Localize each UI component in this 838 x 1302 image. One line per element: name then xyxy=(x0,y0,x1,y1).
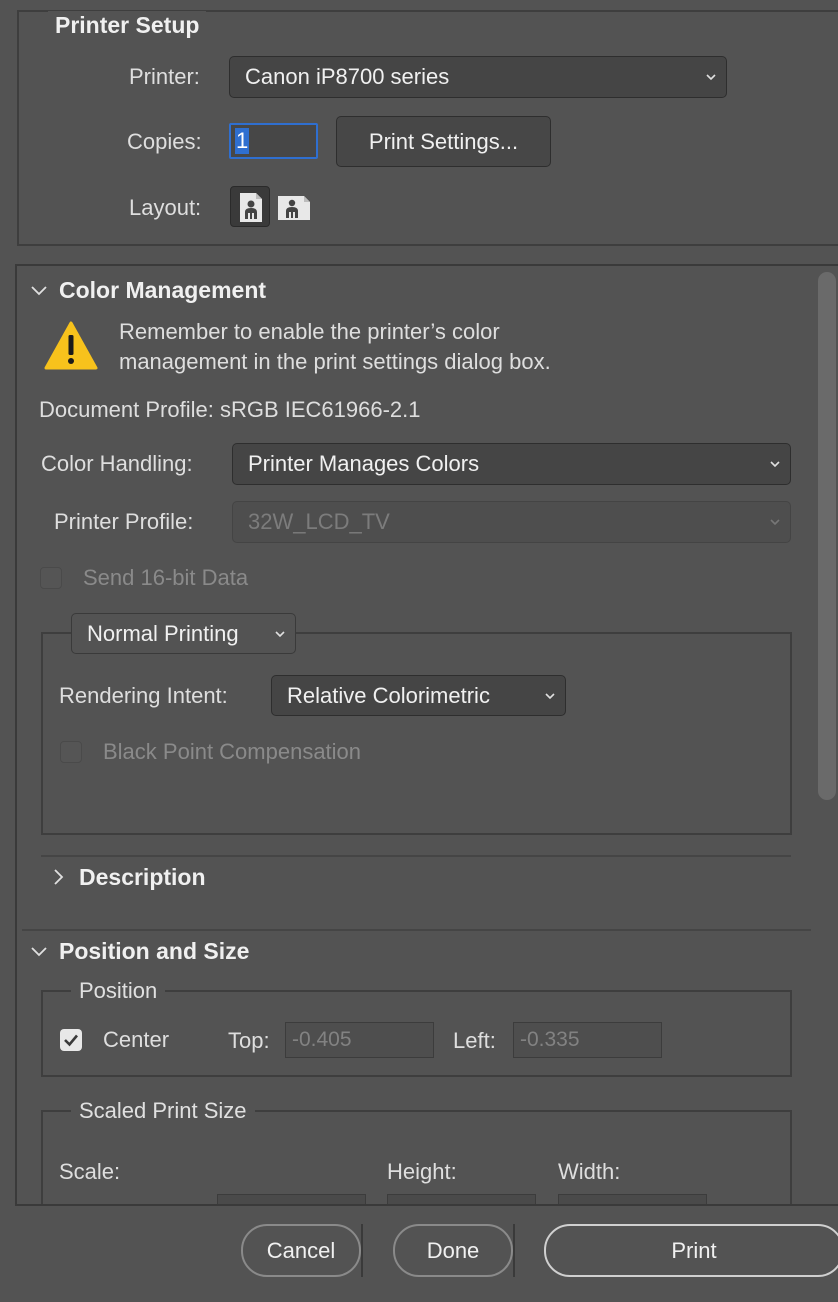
warning-text-line1: Remember to enable the printer’s color xyxy=(119,319,500,344)
color-management-title[interactable]: Color Management xyxy=(59,276,266,304)
send-16bit-checkbox[interactable] xyxy=(40,567,62,589)
portrait-orientation-icon xyxy=(240,193,262,222)
printer-label: Printer: xyxy=(129,64,200,89)
copies-value: 1 xyxy=(235,128,250,154)
send-16bit-label: Send 16-bit Data xyxy=(83,565,249,590)
layout-portrait-button[interactable] xyxy=(230,186,270,227)
center-label: Center xyxy=(103,1027,170,1052)
normal-printing-group xyxy=(41,632,792,835)
color-handling-select[interactable]: Printer Manages Colors xyxy=(232,443,791,485)
printer-select[interactable]: Canon iP8700 series xyxy=(229,56,727,98)
cancel-button[interactable]: Cancel xyxy=(241,1224,361,1277)
divider xyxy=(41,855,791,857)
rendering-intent-label: Rendering Intent: xyxy=(59,683,228,708)
chevron-down-icon xyxy=(770,519,780,526)
copies-label: Copies: xyxy=(127,129,202,154)
normal-printing-value: Normal Printing xyxy=(87,620,239,646)
height-label: Height: xyxy=(387,1159,457,1184)
warning-icon xyxy=(44,321,98,370)
printer-profile-select[interactable]: 32W_LCD_TV xyxy=(232,501,791,543)
chevron-right-icon[interactable] xyxy=(50,868,66,886)
black-point-label: Black Point Compensation xyxy=(103,739,362,764)
printer-select-value: Canon iP8700 series xyxy=(245,64,450,89)
checkmark-icon xyxy=(64,1034,78,1047)
position-and-size-title[interactable]: Position and Size xyxy=(59,937,249,965)
panel-bottom-edge xyxy=(15,1204,838,1206)
top-field[interactable]: -0.405 xyxy=(285,1022,434,1058)
left-field[interactable]: -0.335 xyxy=(513,1022,662,1058)
color-handling-label: Color Handling: xyxy=(41,451,193,476)
divider xyxy=(22,929,811,931)
rendering-intent-select[interactable]: Relative Colorimetric xyxy=(271,675,566,716)
layout-landscape-button[interactable] xyxy=(275,187,313,225)
scrollbar-thumb[interactable] xyxy=(818,272,836,800)
warning-text-line2: management in the print settings dialog … xyxy=(119,349,551,374)
description-title[interactable]: Description xyxy=(79,863,206,891)
chevron-down-icon[interactable] xyxy=(30,282,48,298)
chevron-down-icon xyxy=(275,630,285,637)
landscape-orientation-icon xyxy=(278,196,310,220)
position-legend: Position xyxy=(71,978,166,1004)
chevron-down-icon[interactable] xyxy=(30,943,48,959)
left-label: Left: xyxy=(453,1028,496,1053)
chevron-down-icon xyxy=(770,461,780,468)
print-button[interactable]: Print xyxy=(544,1224,838,1277)
chevron-down-icon xyxy=(706,74,716,81)
printer-profile-label: Printer Profile: xyxy=(54,509,194,534)
black-point-checkbox[interactable] xyxy=(60,741,82,763)
done-button[interactable]: Done xyxy=(393,1224,513,1277)
document-profile: Document Profile: sRGB IEC61966-2.1 xyxy=(39,397,421,422)
rendering-intent-value: Relative Colorimetric xyxy=(287,682,490,708)
top-label: Top: xyxy=(228,1028,270,1053)
scale-label: Scale: xyxy=(59,1159,121,1184)
center-checkbox[interactable] xyxy=(60,1029,82,1051)
printer-profile-value: 32W_LCD_TV xyxy=(248,509,390,534)
button-separator xyxy=(361,1224,363,1277)
scaled-print-size-legend: Scaled Print Size xyxy=(71,1098,255,1124)
chevron-down-icon xyxy=(545,692,555,699)
width-label: Width: xyxy=(558,1159,621,1184)
layout-label: Layout: xyxy=(129,195,202,220)
print-settings-button[interactable]: Print Settings... xyxy=(336,116,551,167)
normal-printing-select[interactable]: Normal Printing xyxy=(71,613,296,654)
button-separator xyxy=(513,1224,515,1277)
printer-setup-title: Printer Setup xyxy=(48,11,207,39)
copies-input[interactable]: 1 xyxy=(229,123,318,159)
color-handling-value: Printer Manages Colors xyxy=(248,451,480,476)
